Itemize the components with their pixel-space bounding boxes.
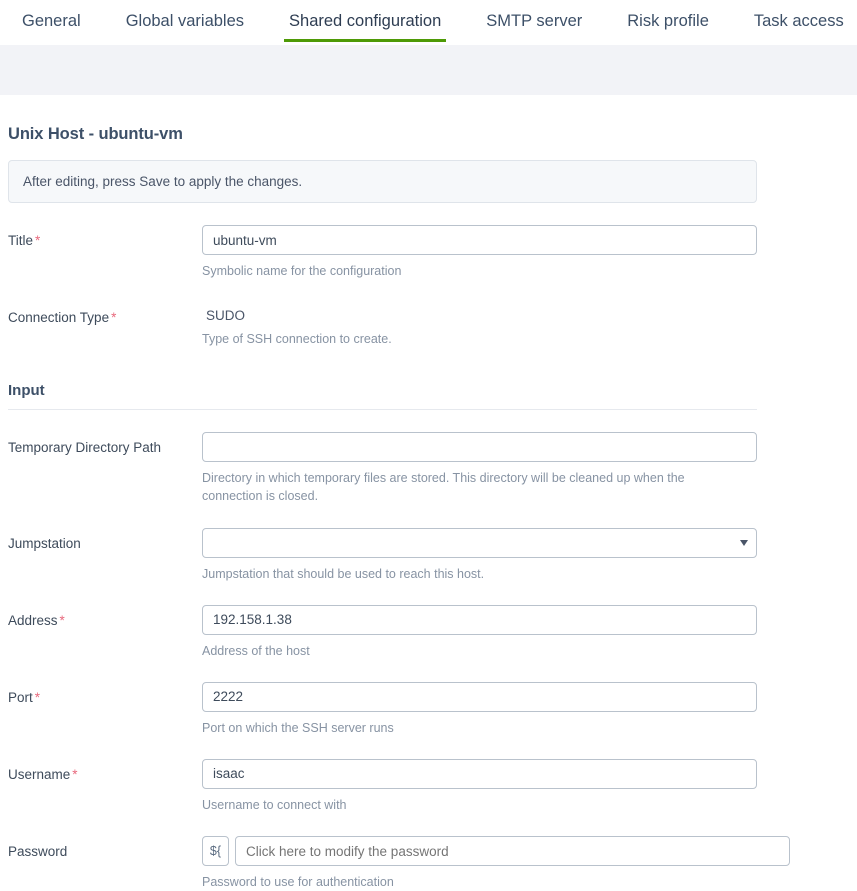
label-connection-type-text: Connection Type xyxy=(8,310,110,326)
section-divider xyxy=(8,409,757,411)
jumpstation-select-wrap[interactable] xyxy=(202,527,757,558)
help-connection-type: Type of SSH connection to create. xyxy=(202,332,392,347)
label-username: Username * xyxy=(8,759,202,782)
required-marker: * xyxy=(34,689,41,705)
field-row-title: Title* Symbolic name for the configurati… xyxy=(8,225,857,280)
label-jumpstation: Jumpstation xyxy=(8,528,202,551)
label-title: Title * xyxy=(8,225,202,248)
label-jumpstation-text: Jumpstation xyxy=(8,535,81,551)
port-input[interactable] xyxy=(202,681,757,712)
help-jumpstation: Jumpstation that should be used to reach… xyxy=(202,566,485,581)
field-row-port: Port* Port on which the SSH server runs xyxy=(8,681,857,737)
title-input[interactable] xyxy=(202,225,757,255)
tab-risk-profile[interactable]: Risk profile xyxy=(627,13,709,42)
field-col-port: Port on which the SSH server runs xyxy=(202,681,857,737)
tab-general[interactable]: General xyxy=(22,13,81,42)
field-row-address: Address* Address of the host xyxy=(8,604,857,660)
field-row-temporary-directory-path: Temporary Directory Path Directory in wh… xyxy=(8,432,857,505)
connection-type-value: SUDO xyxy=(206,308,246,324)
field-col-address: Address of the host xyxy=(202,604,857,660)
label-password-text: Password xyxy=(8,844,68,859)
tab-bar: General Global variables Shared configur… xyxy=(0,0,857,45)
required-marker: * xyxy=(72,766,78,782)
field-col-password: ${ Password to use for authentication xyxy=(202,836,857,891)
tab-task-access[interactable]: Task access xyxy=(754,13,844,42)
label-address-text: Address xyxy=(8,612,58,628)
info-banner: After editing, press Save to apply the c… xyxy=(8,160,757,203)
required-marker: * xyxy=(35,233,41,248)
label-username-text: Username xyxy=(8,766,71,782)
label-title-text: Title xyxy=(8,233,34,248)
jumpstation-select[interactable] xyxy=(202,527,757,558)
temporary-directory-path-input[interactable] xyxy=(202,432,757,463)
required-marker: * xyxy=(59,612,65,628)
label-password: Password xyxy=(8,836,202,859)
form-content: Unix Host - ubuntu-vm After editing, pre… xyxy=(0,125,857,891)
insert-variable-button[interactable]: ${ xyxy=(202,836,229,866)
help-temporary-directory-path: Directory in which temporary files are s… xyxy=(202,471,685,504)
field-col-title: Symbolic name for the configuration xyxy=(202,225,857,280)
toolbar-band xyxy=(0,45,857,95)
label-address: Address * xyxy=(8,605,202,628)
field-col-username: Username to connect with xyxy=(202,758,857,814)
help-username: Username to connect with xyxy=(202,797,347,812)
help-title: Symbolic name for the configuration xyxy=(202,264,402,278)
username-input[interactable] xyxy=(202,758,757,789)
password-input[interactable] xyxy=(235,836,790,866)
field-row-jumpstation: Jumpstation Jumpstation that should be u… xyxy=(8,527,857,583)
field-row-connection-type: Connection Type * SUDO Type of SSH connec… xyxy=(8,302,857,348)
label-port-text: Port xyxy=(8,689,33,705)
help-password: Password to use for authentication xyxy=(202,875,394,889)
page-title: Unix Host - ubuntu-vm xyxy=(8,125,183,143)
field-col-connection-type: SUDO Type of SSH connection to create. xyxy=(202,302,857,348)
label-temporary-directory-path-text: Temporary Directory Path xyxy=(8,440,162,456)
field-col-temporary-directory-path: Directory in which temporary files are s… xyxy=(202,432,857,505)
help-port: Port on which the SSH server runs xyxy=(202,720,394,735)
label-connection-type: Connection Type * xyxy=(8,302,202,325)
required-marker: * xyxy=(111,310,117,326)
help-address: Address of the host xyxy=(202,643,310,658)
section-input-title: Input xyxy=(8,382,45,400)
label-temporary-directory-path: Temporary Directory Path xyxy=(8,432,202,455)
tab-smtp-server[interactable]: SMTP server xyxy=(486,13,582,42)
field-row-username: Username* Username to connect with xyxy=(8,758,857,814)
field-col-jumpstation: Jumpstation that should be used to reach… xyxy=(202,527,857,583)
password-input-group: ${ xyxy=(202,836,857,866)
label-port: Port * xyxy=(8,682,202,705)
section-input: Input xyxy=(8,382,857,411)
tab-shared-configuration[interactable]: Shared configuration xyxy=(284,13,447,42)
field-row-password: Password ${ Password to use for authenti… xyxy=(8,836,857,891)
tab-global-variables[interactable]: Global variables xyxy=(126,13,244,42)
address-input[interactable] xyxy=(202,604,757,635)
